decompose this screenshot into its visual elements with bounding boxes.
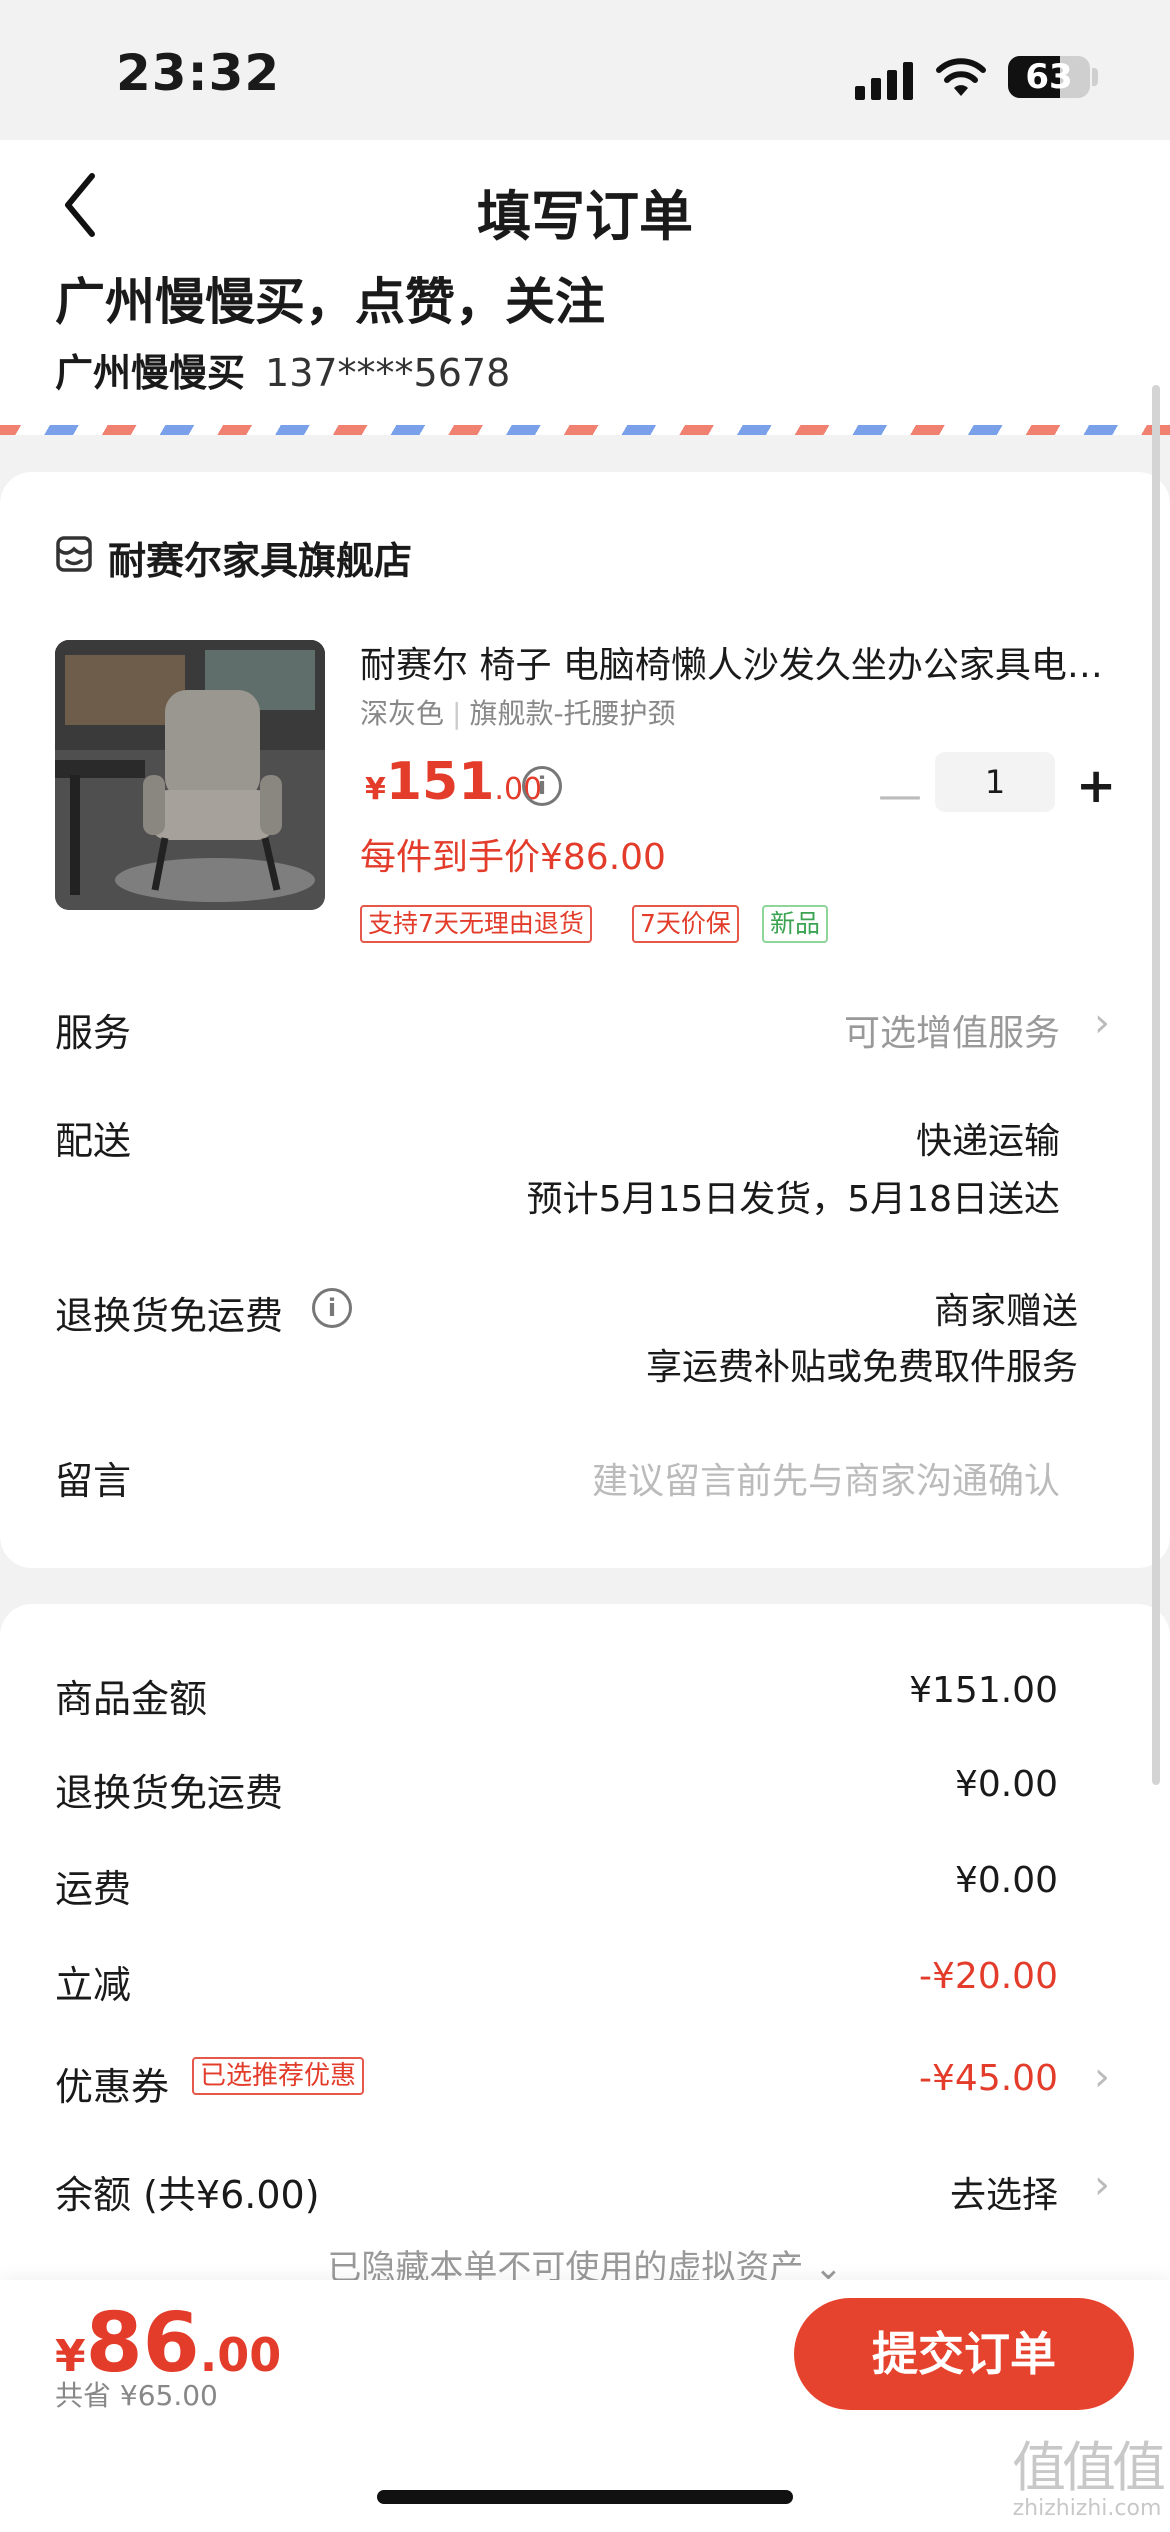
return-shipping-label: 退换货免运费: [55, 1294, 284, 1338]
status-time: 23:32: [116, 44, 281, 102]
contact-phone: 137****5678: [265, 351, 511, 395]
return-fee-label: 退换货免运费: [55, 1771, 284, 1815]
delivery-eta: 预计5月15日发货，5月18日送达: [526, 1179, 1060, 1220]
tag-return-policy: 支持7天无理由退货: [360, 905, 592, 943]
coupon-badge: 已选推荐优惠: [192, 2057, 365, 2095]
service-label: 服务: [55, 1011, 132, 1055]
product-image[interactable]: [55, 640, 325, 910]
return-fee-value: ¥0.00: [954, 1764, 1058, 1805]
spec-color: 深灰色: [360, 697, 445, 730]
tag-new: 新品: [762, 905, 829, 943]
product-price: ¥151.00: [365, 752, 542, 812]
wifi-icon: [936, 58, 986, 96]
watermark-glyphs: 值值值: [1012, 2436, 1166, 2499]
balance-value[interactable]: 去选择: [950, 2166, 1058, 2218]
address-divider-stripes: [0, 425, 1170, 435]
balance-chevron-icon[interactable]: ›: [1094, 2162, 1110, 2208]
cellular-signal-icon: [855, 60, 913, 100]
address-line: 广州慢慢买，点赞，关注: [55, 273, 605, 331]
service-chevron-icon[interactable]: ›: [1094, 1000, 1110, 1046]
return-shipping-info-icon[interactable]: i: [312, 1288, 352, 1328]
tag-price-protection: 7天价保: [632, 905, 739, 943]
quantity-input[interactable]: 1: [935, 752, 1055, 812]
price-integer: 151: [385, 752, 495, 812]
note-input[interactable]: 建议留言前先与商家沟通确认: [592, 1452, 1060, 1504]
coupon-label: 优惠券: [55, 2065, 170, 2109]
balance-label: 余额 (共¥6.00): [55, 2173, 320, 2217]
scrollbar[interactable]: [1152, 385, 1160, 1785]
quantity-plus-button[interactable]: +: [1076, 758, 1116, 814]
battery-level: 63: [1025, 57, 1073, 97]
page-title: 填写订单: [477, 185, 693, 248]
submit-order-button[interactable]: 提交订单: [794, 2298, 1134, 2410]
home-indicator[interactable]: [377, 2490, 793, 2504]
contact-name: 广州慢慢买: [55, 351, 246, 395]
note-label: 留言: [55, 1459, 132, 1503]
goods-amount-value: ¥151.00: [909, 1670, 1058, 1711]
coupon-value[interactable]: -¥45.00: [919, 2058, 1058, 2099]
shipping-label: 运费: [55, 1867, 132, 1911]
product-title[interactable]: 耐赛尔 椅子 电脑椅懒人沙发久坐办公家具电竞椅: [360, 636, 1110, 688]
shipping-value: ¥0.00: [954, 1860, 1058, 1901]
product-spec[interactable]: 深灰色 | 旗舰款-托腰护颈: [360, 692, 676, 732]
service-value[interactable]: 可选增值服务: [844, 1004, 1060, 1056]
price-info-icon[interactable]: i: [522, 766, 562, 806]
spec-separator: |: [452, 697, 462, 730]
price-currency: ¥: [365, 772, 386, 807]
return-shipping-desc: 享运费补贴或免费取件服务: [645, 1347, 1078, 1388]
delivery-method[interactable]: 快递运输: [916, 1112, 1060, 1164]
discount-label: 立减: [55, 1963, 132, 2007]
unit-price: 每件到手价¥86.00: [360, 837, 666, 878]
return-shipping-value: 商家赠送: [933, 1291, 1078, 1332]
battery-icon: 63: [1008, 56, 1090, 98]
total-saved: 共省 ¥65.00: [55, 2379, 218, 2412]
store-name[interactable]: 耐赛尔家具旗舰店: [108, 530, 412, 585]
quantity-minus-button[interactable]: —: [878, 770, 922, 821]
goods-amount-label: 商品金额: [55, 1677, 208, 1721]
battery-tip: [1092, 68, 1098, 86]
watermark-domain: zhizhizhi.com: [1012, 2496, 1162, 2521]
watermark: 值值值 zhizhizhi.com: [1012, 2436, 1166, 2522]
coupon-chevron-icon[interactable]: ›: [1094, 2054, 1110, 2100]
delivery-label: 配送: [55, 1119, 132, 1163]
spec-model: 旗舰款-托腰护颈: [469, 697, 676, 730]
address-contact: 广州慢慢买 137****5678: [55, 342, 510, 397]
store-icon: [56, 536, 92, 572]
discount-value: -¥20.00: [919, 1956, 1058, 1997]
